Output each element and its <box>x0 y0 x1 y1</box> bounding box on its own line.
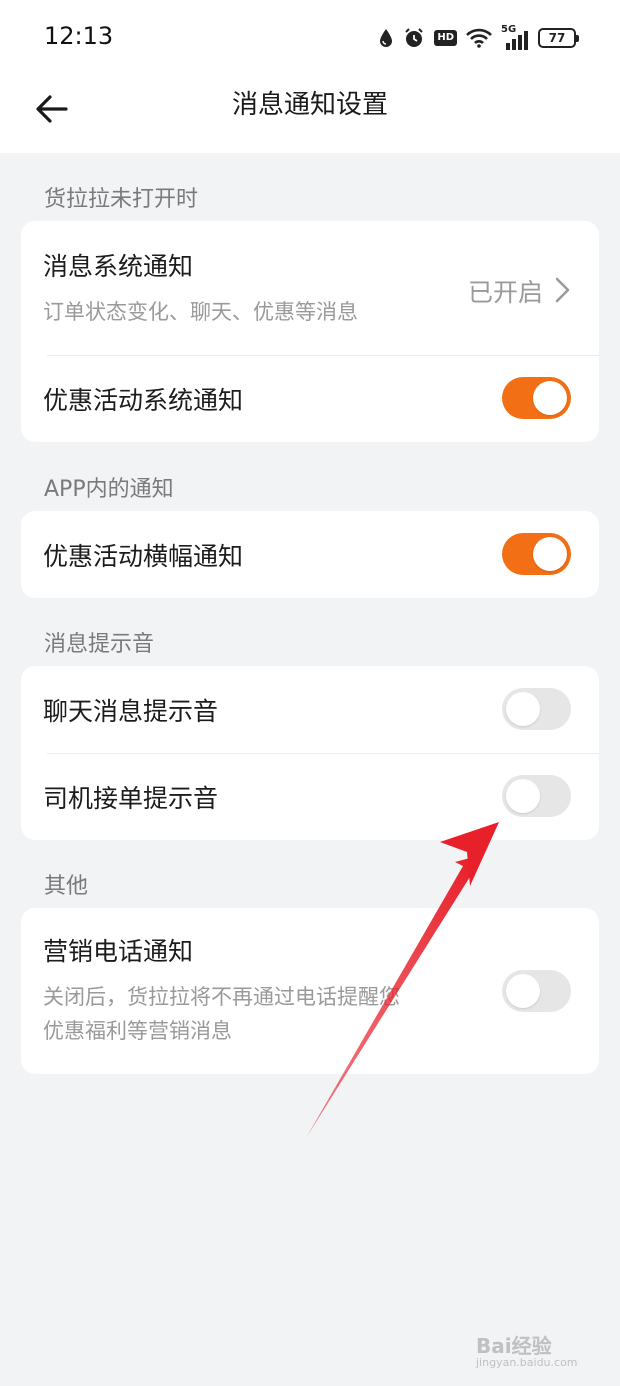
row-sublabel: 订单状态变化、聊天、优惠等消息 <box>43 300 358 324</box>
row-label: 消息系统通知 <box>43 252 194 281</box>
section-title-app-closed: 货拉拉未打开时 <box>44 187 199 212</box>
watermark-logo: Bai经验 <box>476 1334 552 1358</box>
signal-icon: 5G <box>501 24 529 50</box>
toggle-knob <box>506 974 540 1008</box>
hd-icon: HD <box>434 30 457 46</box>
row-sublabel-line1: 关闭后，货拉拉将不再通过电话提醒您 <box>43 985 400 1009</box>
row-driver-accept-sound: 司机接单提示音 <box>21 753 599 840</box>
nav-bar: 消息通知设置 <box>0 75 620 153</box>
row-label: 优惠活动系统通知 <box>43 386 244 415</box>
row-label: 优惠活动横幅通知 <box>43 542 244 571</box>
card-in-app: 优惠活动横幅通知 <box>21 511 599 598</box>
row-sublabel-line2: 优惠福利等营销消息 <box>43 1019 232 1043</box>
row-promo-banner-notification: 优惠活动横幅通知 <box>21 511 599 598</box>
card-sounds: 聊天消息提示音 司机接单提示音 <box>21 666 599 840</box>
marketing-call-toggle[interactable] <box>502 970 571 1012</box>
drop-icon <box>380 29 393 47</box>
row-label: 司机接单提示音 <box>43 784 219 813</box>
row-marketing-call: 营销电话通知 关闭后，货拉拉将不再通过电话提醒您 优惠福利等营销消息 <box>21 908 599 1074</box>
status-time: 12:13 <box>44 22 114 50</box>
chat-sound-toggle[interactable] <box>502 688 571 730</box>
row-chat-sound: 聊天消息提示音 <box>21 666 599 753</box>
driver-accept-sound-toggle[interactable] <box>502 775 571 817</box>
battery-icon: 77 <box>538 28 579 48</box>
section-title-in-app: APP内的通知 <box>44 477 174 502</box>
toggle-knob <box>506 692 540 726</box>
card-other: 营销电话通知 关闭后，货拉拉将不再通过电话提醒您 优惠福利等营销消息 <box>21 908 599 1074</box>
section-title-other: 其他 <box>44 874 89 899</box>
promo-system-notification-toggle[interactable] <box>502 377 571 419</box>
status-enabled-text: 已开启 <box>467 278 543 307</box>
status-icons: HD 5G 77 <box>378 24 579 51</box>
row-label: 聊天消息提示音 <box>43 697 219 726</box>
toggle-knob <box>533 381 567 415</box>
wifi-icon <box>466 28 492 48</box>
card-app-closed: 消息系统通知 订单状态变化、聊天、优惠等消息 已开启 优惠活动系统通知 <box>21 221 599 442</box>
page-title: 消息通知设置 <box>231 90 388 120</box>
row-label: 营销电话通知 <box>43 937 194 966</box>
promo-banner-notification-toggle[interactable] <box>502 533 571 575</box>
toggle-knob <box>533 537 567 571</box>
chevron-right-icon <box>555 277 570 303</box>
row-message-system-notification[interactable]: 消息系统通知 订单状态变化、聊天、优惠等消息 已开启 <box>21 221 599 355</box>
toggle-knob <box>506 779 540 813</box>
alarm-icon <box>405 28 424 47</box>
watermark-url: jingyan.baidu.com <box>476 1356 578 1369</box>
section-title-sounds: 消息提示音 <box>44 632 155 657</box>
status-bar: 12:13 HD 5G 77 <box>0 0 620 75</box>
row-promo-system-notification: 优惠活动系统通知 <box>21 355 599 442</box>
